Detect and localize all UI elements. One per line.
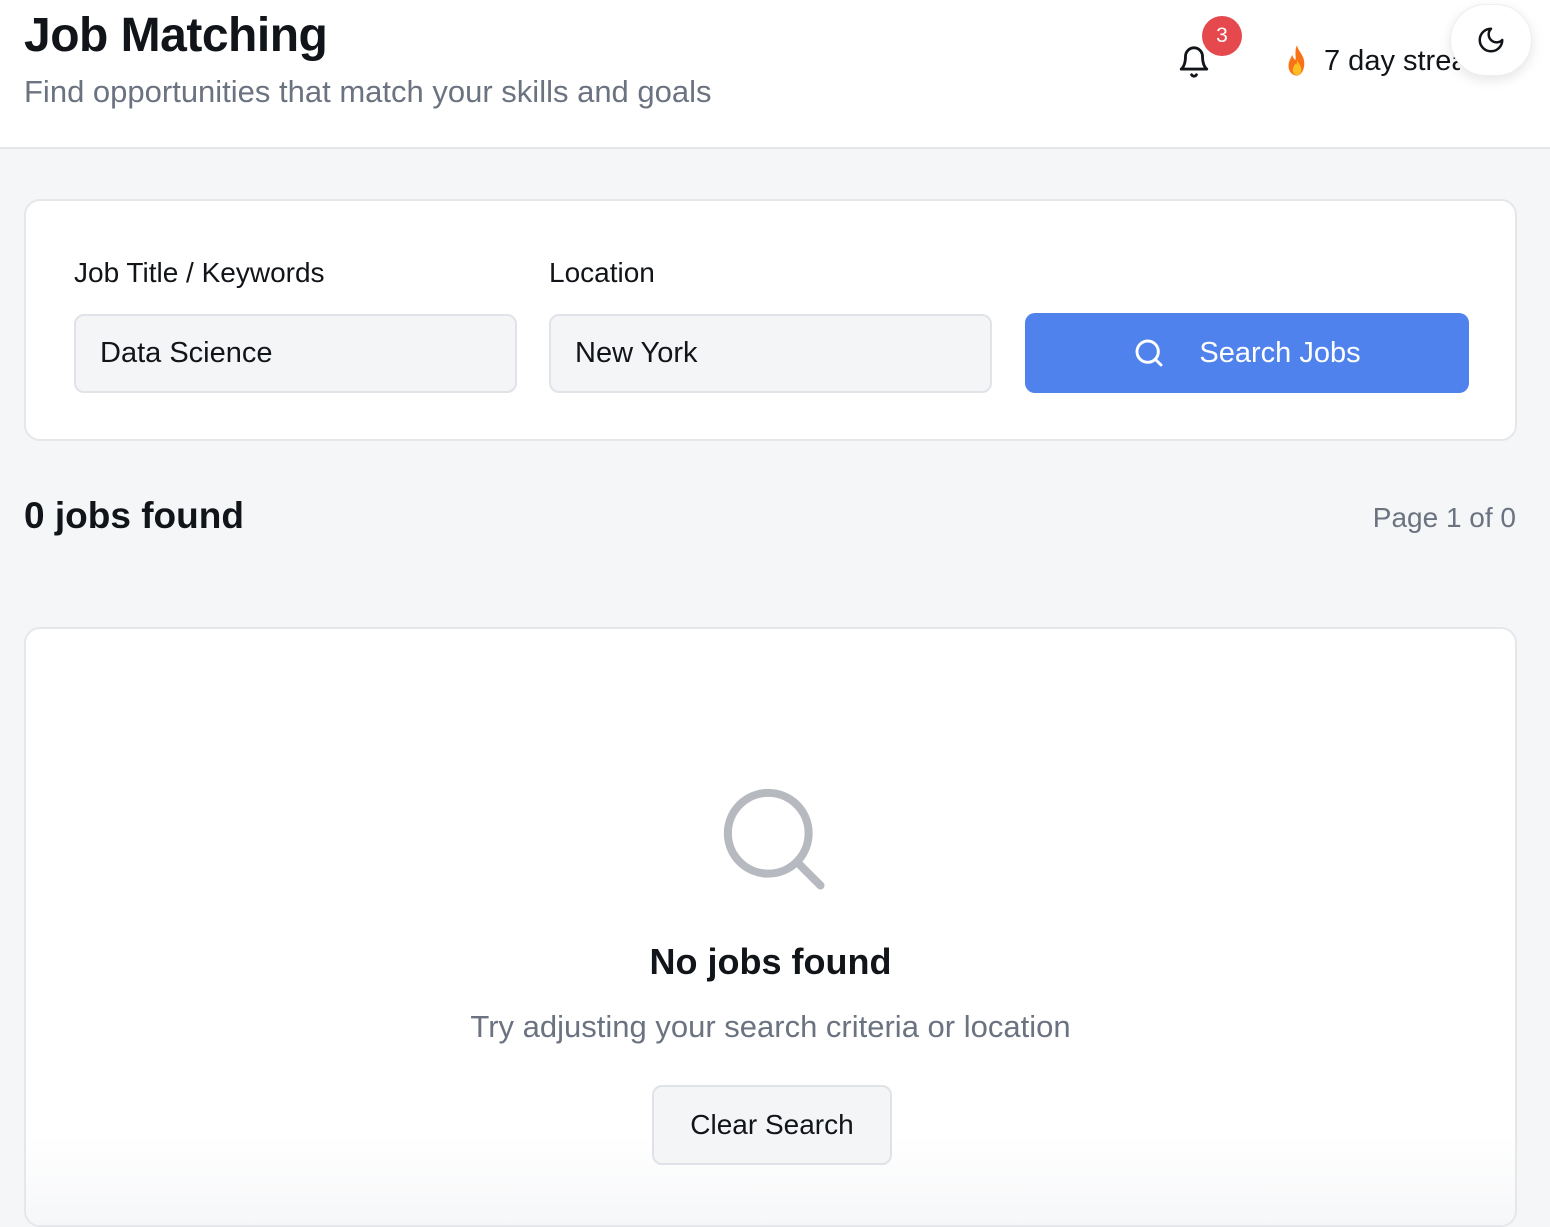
streak-indicator: 7 day streak bbox=[1282, 40, 1460, 82]
page-header: Job Matching Find opportunities that mat… bbox=[0, 0, 1550, 149]
moon-icon bbox=[1478, 27, 1504, 53]
page-indicator: Page 1 of 0 bbox=[1372, 502, 1516, 533]
job-search-form: Job Title / Keywords Location Search Job… bbox=[24, 199, 1517, 441]
keywords-label: Job Title / Keywords bbox=[74, 257, 325, 288]
location-label: Location bbox=[549, 257, 655, 288]
empty-state: No jobs found Try adjusting your search … bbox=[24, 627, 1517, 1227]
results-count: 0 jobs found bbox=[24, 495, 244, 536]
empty-state-message: Try adjusting your search criteria or lo… bbox=[470, 1009, 1071, 1044]
keywords-input[interactable] bbox=[74, 314, 517, 393]
search-icon bbox=[723, 788, 825, 890]
empty-state-title: No jobs found bbox=[649, 941, 892, 982]
notification-count-badge: 3 bbox=[1202, 16, 1242, 56]
search-icon bbox=[1133, 337, 1165, 369]
page-title: Job Matching bbox=[24, 9, 328, 62]
search-jobs-button-label: Search Jobs bbox=[1199, 336, 1361, 369]
clear-search-button[interactable]: Clear Search bbox=[652, 1085, 892, 1165]
streak-label: 7 day streak bbox=[1324, 44, 1460, 77]
flame-icon bbox=[1282, 44, 1312, 78]
location-input[interactable] bbox=[549, 314, 992, 393]
bell-icon bbox=[1179, 46, 1209, 78]
theme-toggle-button[interactable] bbox=[1450, 4, 1532, 76]
page-subtitle: Find opportunities that match your skill… bbox=[24, 74, 712, 109]
search-jobs-button[interactable]: Search Jobs bbox=[1025, 313, 1469, 393]
